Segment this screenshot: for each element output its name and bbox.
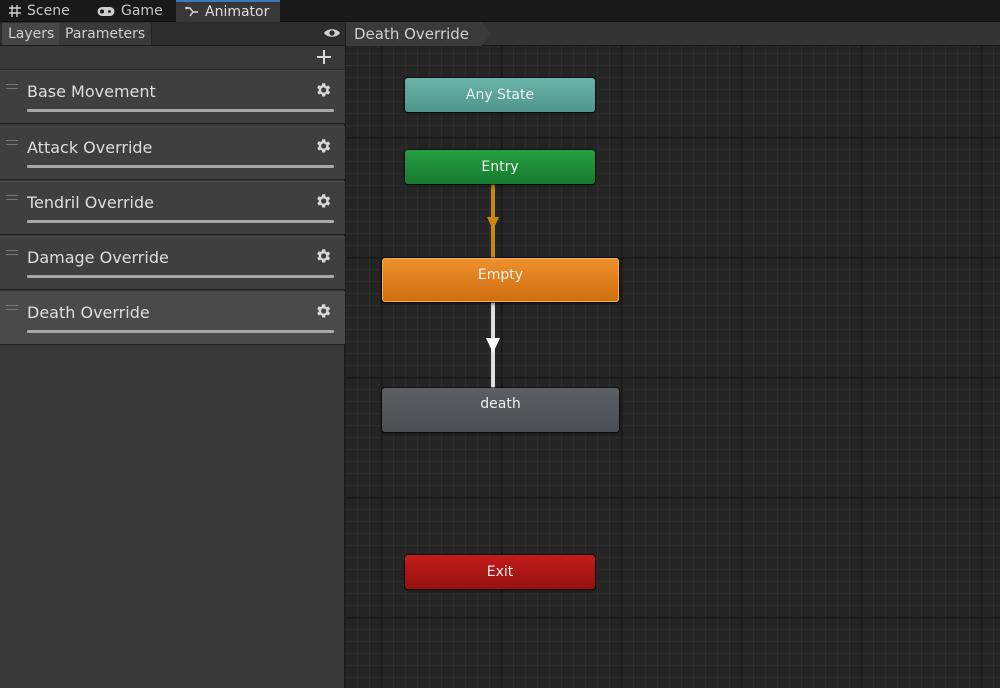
grid-icon [9,5,21,17]
state-empty[interactable]: Empty [382,258,619,302]
gear-icon[interactable] [314,247,332,265]
tab-scene[interactable]: Scene [0,0,79,22]
layer-label: Base Movement [27,82,156,101]
gamepad-icon [97,6,115,16]
layer-label: Attack Override [27,138,153,157]
layer-item-tendril-override[interactable]: Tendril Override [0,181,345,235]
state-exit[interactable]: Exit [405,555,595,589]
layer-weight-bar[interactable] [27,109,334,112]
tab-game-label: Game [121,3,163,19]
layers-toolbar [0,46,345,70]
tab-game[interactable]: Game [88,0,172,22]
state-any-state[interactable]: Any State [405,78,595,112]
layer-weight-bar[interactable] [27,220,334,223]
breadcrumb-item-death-override[interactable]: Death Override [346,22,491,46]
drag-handle-icon[interactable] [6,250,18,255]
drag-handle-icon[interactable] [6,305,18,310]
layer-item-death-override[interactable]: Death Override [0,291,345,345]
layer-item-attack-override[interactable]: Attack Override [0,126,345,180]
layer-weight-bar[interactable] [27,275,334,278]
tab-animator[interactable]: Animator [176,0,280,22]
gear-icon[interactable] [314,192,332,210]
tab-animator-label: Animator [205,4,270,20]
layer-item-base-movement[interactable]: Base Movement [0,70,345,124]
drag-handle-icon[interactable] [6,84,18,89]
breadcrumb: Death Override [346,22,1000,46]
state-machine-graph[interactable] [346,46,1000,688]
plus-icon[interactable] [315,48,333,66]
drag-handle-icon[interactable] [6,140,18,145]
eye-icon[interactable] [323,27,341,39]
layer-label: Death Override [27,303,150,322]
layers-panel: Layers Parameters Base Movement Attack O… [0,22,345,688]
animator-icon [185,6,198,17]
layer-weight-bar[interactable] [27,165,334,168]
gear-icon[interactable] [314,81,332,99]
layer-item-damage-override[interactable]: Damage Override [0,236,345,290]
layer-label: Tendril Override [27,193,154,212]
layer-weight-bar[interactable] [27,330,334,333]
gear-icon[interactable] [314,302,332,320]
state-death[interactable]: death [382,388,619,432]
tab-parameters[interactable]: Parameters [59,23,153,45]
editor-tab-bar: Scene Game Animator [0,0,1000,22]
tab-scene-label: Scene [27,3,70,19]
tab-layers[interactable]: Layers [2,23,62,45]
drag-handle-icon[interactable] [6,195,18,200]
gear-icon[interactable] [314,137,332,155]
state-entry[interactable]: Entry [405,150,595,184]
layers-panel-tabs: Layers Parameters [0,22,345,46]
layer-label: Damage Override [27,248,169,267]
